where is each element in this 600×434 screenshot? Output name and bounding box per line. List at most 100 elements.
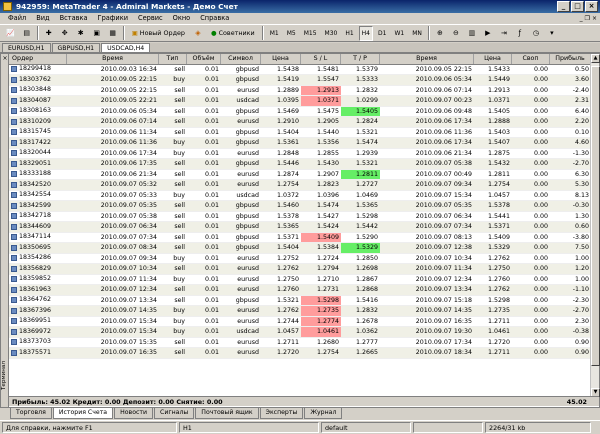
timeframe-mn[interactable]: MN [409,26,425,41]
metatrader-app-icon [3,2,12,11]
maximize-button[interactable]: □ [571,1,584,12]
tile-windows-icon[interactable]: ▥ [465,26,479,41]
cell-order: 18303762 [9,75,67,85]
metaeditor-icon[interactable]: ◈ [191,26,205,41]
minimize-button[interactable]: _ [557,1,570,12]
col-tp[interactable]: T / P [341,54,380,64]
mdi-restore-icon[interactable]: ❐ [585,13,590,24]
table-row[interactable]: 18329051 2010.09.06 17:35 sell 0.01 gbpusd 1.… [9,159,591,170]
templates-icon[interactable]: ▾ [545,26,559,41]
table-row[interactable]: 18369972 2010.09.07 15:34 buy 0.01 usdcad 1.0… [9,327,591,338]
table-row[interactable]: 18299418 2010.09.03 16:34 sell 0.01 gbpusd 1.… [9,65,591,75]
table-row[interactable]: 18354286 2010.09.07 09:34 buy 0.01 eurusd 1.2… [9,254,591,264]
scroll-up-icon[interactable]: ▲ [591,54,600,63]
mdi-close-icon[interactable]: × [592,13,597,24]
table-row[interactable]: 18367396 2010.09.07 14:35 buy 0.01 eurusd 1.2… [9,306,591,317]
timeframe-m15[interactable]: M15 [301,26,320,41]
chart-tab-eurusd[interactable]: EURUSD,H1 [2,43,51,52]
col-open-time[interactable]: Время [67,54,159,64]
close-button[interactable]: × [585,1,598,12]
tab-signals[interactable]: Сигналы [154,408,195,419]
table-row[interactable]: 18303762 2010.09.05 22:15 buy 0.01 gbpusd 1.5… [9,75,591,86]
tab-news[interactable]: Новости [114,408,154,419]
periodicity-icon[interactable]: ◷ [529,26,543,41]
profiles-icon[interactable]: ▤ [20,26,34,41]
timeframe-m30[interactable]: M30 [322,26,341,41]
advisors-button[interactable]: ● Советники [207,26,259,41]
menu-window[interactable]: Окно [168,13,196,24]
table-row[interactable]: 18361963 2010.09.07 12:34 sell 0.01 eurusd 1.… [9,285,591,296]
data-window-icon[interactable]: ✥ [58,26,72,41]
table-row[interactable]: 18342718 2010.09.07 05:38 sell 0.01 gbpusd 1.… [9,212,591,222]
table-row[interactable]: 18347114 2010.09.07 07:34 sell 0.01 gbpusd 1.… [9,232,591,243]
cell-order: 18342554 [9,191,67,201]
table-row[interactable]: 18342599 2010.09.07 05:35 sell 0.01 gbpusd 1.… [9,201,591,212]
table-row[interactable]: 18315745 2010.09.06 11:34 sell 0.01 gbpusd 1.… [9,128,591,138]
table-row[interactable]: 18350695 2010.09.07 08:34 sell 0.01 gbpusd 1.… [9,243,591,254]
table-row[interactable]: 18304087 2010.09.05 22:21 sell 0.01 usdcad 1.… [9,96,591,107]
indicators-icon[interactable]: ƒ [513,26,527,41]
timeframe-d1[interactable]: D1 [375,26,389,41]
col-close-time[interactable]: Время [380,54,474,64]
table-row[interactable]: 18317422 2010.09.06 11:36 buy 0.01 gbpusd 1.5… [9,138,591,149]
table-row[interactable]: 18303848 2010.09.05 22:15 sell 0.01 eurusd 1.… [9,85,591,96]
new-chart-icon[interactable]: 📈 [3,26,18,41]
chart-tab-gbpusd[interactable]: GBPUSD,H1 [51,43,101,52]
table-row[interactable]: 18359852 2010.09.07 11:34 buy 0.01 eurusd 1.2… [9,275,591,285]
timeframe-m1[interactable]: M1 [267,26,282,41]
timeframe-h1[interactable]: H1 [342,26,356,41]
col-sl[interactable]: S / L [301,54,341,64]
tab-experts[interactable]: Эксперты [259,408,304,419]
menu-insert[interactable]: Вставка [55,13,93,24]
scroll-thumb[interactable] [591,66,600,366]
mdi-minimize-icon[interactable]: _ [580,13,583,24]
table-row[interactable]: 18342520 2010.09.07 05:32 sell 0.01 eurusd 1.… [9,180,591,191]
table-row[interactable]: 18333188 2010.09.06 21:34 sell 0.01 eurusd 1.… [9,169,591,180]
col-open-price[interactable]: Цена [261,54,301,64]
col-symbol[interactable]: Символ [221,54,261,64]
table-row[interactable]: 18320044 2010.09.06 17:34 buy 0.01 eurusd 1.2… [9,149,591,159]
chart-tab-usdcad[interactable]: USDCAD,H4 [101,43,151,52]
timeframe-w1[interactable]: W1 [391,26,407,41]
cell-swap: 0.00 [533,328,548,335]
col-type[interactable]: Тип [159,54,187,64]
table-row[interactable]: 18344609 2010.09.07 06:34 sell 0.01 gbpusd 1.… [9,222,591,233]
col-swap[interactable]: Своп [512,54,550,64]
col-close-price[interactable]: Цена [474,54,512,64]
col-order[interactable]: Ордер [9,54,67,64]
table-row[interactable]: 18375571 2010.09.07 16:35 sell 0.01 eurusd 1.… [9,348,591,359]
table-row[interactable]: 18308163 2010.09.06 05:34 sell 0.01 gbpusd 1.… [9,106,591,117]
vertical-scrollbar[interactable]: ▲ ▼ [590,54,600,397]
col-profit[interactable]: Прибыль [550,54,591,64]
timeframe-h4[interactable]: H4 [358,25,374,41]
cell-volume: 0.01 [204,338,219,346]
menu-charts[interactable]: Графики [93,13,133,24]
navigator-icon[interactable]: ✱ [74,26,88,41]
menu-tools[interactable]: Сервис [133,13,168,24]
table-row[interactable]: 18373703 2010.09.07 15:35 sell 0.01 eurusd 1.… [9,338,591,348]
chart-shift-icon[interactable]: ⇥ [497,26,511,41]
zoom-in-icon[interactable]: ⊕ [433,26,447,41]
table-row[interactable]: 18342554 2010.09.07 05:33 buy 0.01 usdcad 1.0… [9,191,591,201]
market-watch-icon[interactable]: ✚ [42,26,56,41]
table-row[interactable]: 18369951 2010.09.07 15:34 buy 0.01 eurusd 1.2… [9,316,591,327]
timeframe-m5[interactable]: M5 [284,26,299,41]
autoscroll-icon[interactable]: ▶ [481,26,495,41]
tab-mailbox[interactable]: Почтовый ящик [195,408,259,419]
table-row[interactable]: 18310209 2010.09.06 07:14 sell 0.01 eurusd 1.… [9,117,591,128]
tab-account-history[interactable]: История Счета [52,408,114,419]
table-row[interactable]: 18364762 2010.09.07 13:34 sell 0.01 gbpusd 1.… [9,295,591,306]
tab-trade[interactable]: Торговля [10,408,52,419]
table-row[interactable]: 18356829 2010.09.07 10:34 sell 0.01 eurusd 1.… [9,264,591,275]
zoom-out-icon[interactable]: ⊖ [449,26,463,41]
tester-icon[interactable]: ▦ [106,26,120,41]
menu-help[interactable]: Справка [195,13,234,24]
col-volume[interactable]: Объём [187,54,221,64]
cell-close-time: 2010.09.07 12:38 [415,244,472,251]
new-order-button[interactable]: ▣ Новый Ордер [128,26,189,41]
terminal-icon[interactable]: ▣ [90,26,104,41]
terminal-close-icon[interactable]: × [1,55,9,63]
tab-journal[interactable]: Журнал [304,408,343,419]
menu-file[interactable]: Файл [3,13,31,24]
menu-view[interactable]: Вид [31,13,54,24]
